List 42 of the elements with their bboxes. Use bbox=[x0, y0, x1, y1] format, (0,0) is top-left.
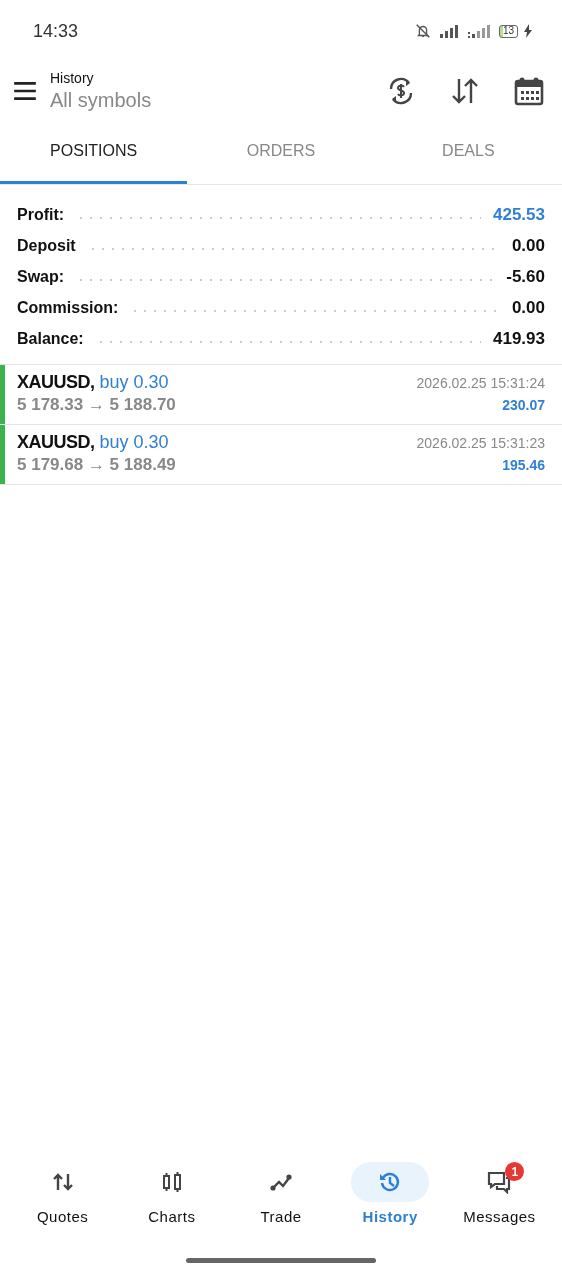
trade-volume: buy 0.30 bbox=[99, 372, 170, 393]
summary-value: 0.00 bbox=[511, 297, 545, 318]
nav-tab[interactable]: History bbox=[362, 1208, 418, 1225]
trade-volume: buy 0.30 bbox=[99, 432, 170, 453]
sort-icon[interactable] bbox=[450, 76, 480, 106]
nav-tab[interactable]: Quotes bbox=[36, 1208, 89, 1225]
summary-value: 419.93 bbox=[493, 328, 545, 349]
charging-icon bbox=[524, 24, 532, 38]
price-range: 5 179.68 → 5 188.49 bbox=[17, 455, 177, 475]
battery-level: 13 bbox=[502, 26, 514, 36]
trade-profit: 195.46 bbox=[502, 457, 545, 473]
summary-label: Commission: bbox=[17, 298, 119, 317]
summary-label: Deposit bbox=[17, 236, 76, 255]
notification-badge: 1 bbox=[505, 1162, 525, 1181]
symbol-filter[interactable]: All symbols bbox=[50, 89, 386, 112]
trade-time: 2026.02.25 15:31:24 bbox=[416, 375, 545, 391]
signal-icon bbox=[466, 23, 493, 39]
summary-label: Balance: bbox=[17, 329, 84, 348]
screen-title: History bbox=[50, 70, 95, 86]
summary-value: 425.53 bbox=[493, 204, 545, 225]
summary-label: Swap: bbox=[17, 267, 65, 286]
calendar-icon[interactable] bbox=[514, 76, 544, 106]
nav-tab[interactable]: Messages bbox=[463, 1208, 536, 1225]
nav-tab[interactable]: Charts bbox=[148, 1208, 196, 1225]
position-row[interactable]: XAUUSD, buy 0.30 2026.02.25 15:31:23 5 179.68 → 5 188.49 195.46 bbox=[0, 425, 562, 485]
tab[interactable]: POSITIONS bbox=[0, 120, 188, 184]
summary-value: -5.60 bbox=[506, 266, 545, 287]
chat-icon[interactable] bbox=[487, 1170, 512, 1194]
summary-value: 0.00 bbox=[511, 235, 545, 256]
symbol-name: XAUUSD, bbox=[17, 372, 95, 393]
tab[interactable]: DEALS bbox=[374, 120, 562, 184]
tab[interactable]: ORDERS bbox=[187, 120, 375, 184]
nav-tab[interactable]: Trade bbox=[260, 1208, 302, 1225]
symbol-name: XAUUSD, bbox=[17, 432, 95, 453]
clock-time: 14:33 bbox=[33, 20, 79, 42]
trade-profit: 230.07 bbox=[502, 397, 545, 413]
summary-label: Profit: bbox=[17, 205, 65, 224]
signal-icon bbox=[438, 24, 461, 38]
price-range: 5 178.33 → 5 188.70 bbox=[17, 395, 177, 415]
trade-time: 2026.02.25 15:31:23 bbox=[416, 435, 545, 451]
position-row[interactable]: XAUUSD, buy 0.30 2026.02.25 15:31:24 5 178.33 → 5 188.70 230.07 bbox=[0, 365, 562, 425]
home-indicator[interactable] bbox=[186, 1257, 376, 1263]
